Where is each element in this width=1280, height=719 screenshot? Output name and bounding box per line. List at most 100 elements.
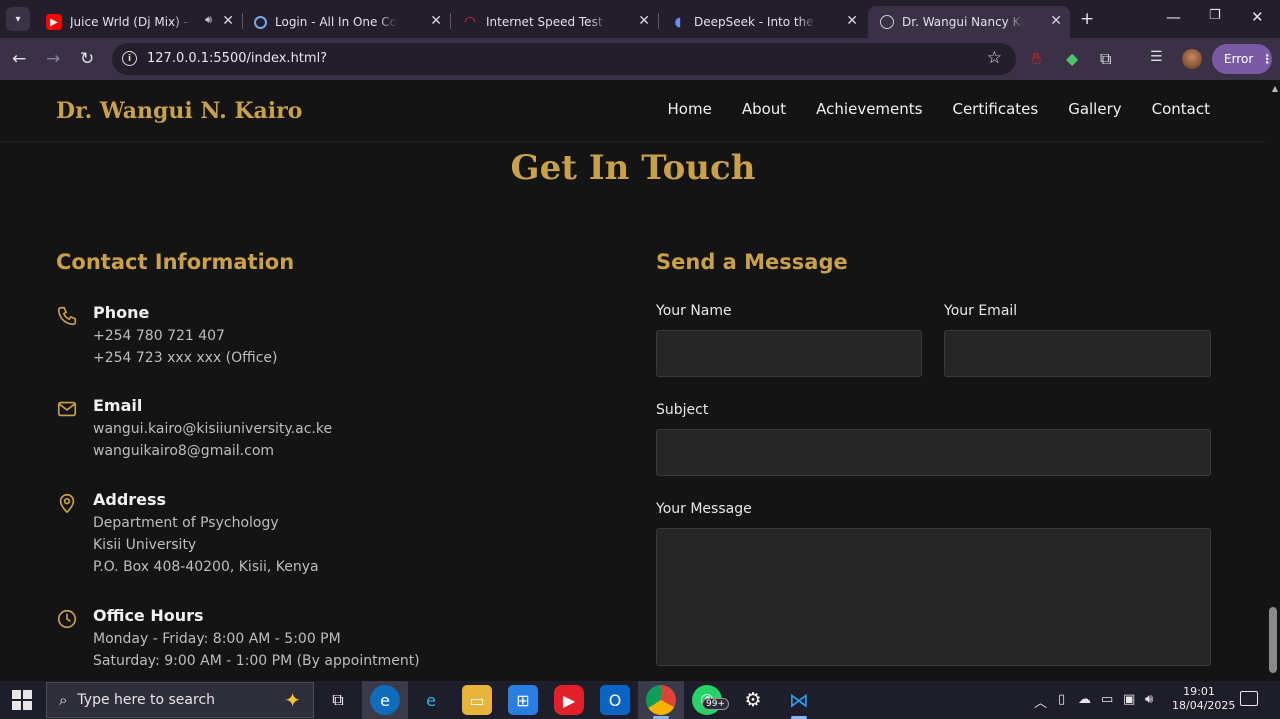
internet-explorer-icon[interactable]: e	[416, 685, 446, 715]
profile-avatar[interactable]	[1182, 49, 1202, 69]
restore-button[interactable]: ❐	[1209, 8, 1221, 23]
new-tab-button[interactable]: +	[1080, 9, 1094, 29]
tab-search-button[interactable]: ▾	[6, 7, 30, 31]
tab-wangui-kairo[interactable]: Dr. Wangui Nancy Kairo | Contact ✕	[868, 6, 1070, 38]
deepseek-icon: ◖	[674, 14, 682, 30]
message-form-heading: Send a Message	[656, 250, 848, 274]
phone-icon	[57, 306, 77, 326]
tab-deepseek[interactable]: ◖ DeepSeek - Into the Unknown ✕	[658, 6, 866, 38]
onedrive-cloud-icon[interactable]: ☁	[1078, 692, 1091, 707]
edge-icon[interactable]: e	[370, 685, 400, 715]
subject-input[interactable]	[656, 429, 1211, 476]
location-pin-icon	[59, 493, 75, 514]
email-line[interactable]: wangui.kairo@kisiiuniversity.ac.ke	[93, 421, 332, 437]
scroll-up-arrow-icon[interactable]: ▲	[1272, 84, 1278, 93]
site-nav-links: Home About Achievements Certificates Gal…	[668, 100, 1210, 118]
browser-tabstrip: ▾ ▶ Juice Wrld (Dj Mix) - YouTube 🔊︎ ✕ L…	[0, 0, 1280, 38]
tab-comrade-login[interactable]: Login - All In One Comrade ✕	[242, 6, 450, 38]
close-icon[interactable]: ✕	[222, 13, 234, 29]
nav-achievements[interactable]: Achievements	[816, 100, 922, 118]
youtube-icon: ▶	[46, 14, 62, 30]
error-button[interactable]: Error ⋮	[1212, 44, 1273, 74]
close-icon[interactable]: ✕	[1050, 13, 1062, 29]
file-explorer-icon[interactable]: ▭	[462, 685, 492, 715]
close-icon[interactable]: ✕	[846, 13, 858, 29]
address-line: P.O. Box 408-40200, Kisii, Kenya	[93, 559, 319, 575]
office-hours-line: Monday - Friday: 8:00 AM - 5:00 PM	[93, 631, 341, 647]
address-title: Address	[93, 490, 167, 509]
address-line: Kisii University	[93, 537, 197, 553]
vscode-icon[interactable]: ⋈	[784, 685, 814, 715]
browser-toolbar: ← → ↻ i 127.0.0.1:5500/index.html? ☆ ✋︎ …	[0, 38, 1280, 80]
envelope-icon	[57, 401, 77, 417]
nav-gallery[interactable]: Gallery	[1068, 100, 1121, 118]
page-title: Get In Touch	[510, 148, 756, 188]
more-menu-icon[interactable]: ⋮	[1261, 52, 1273, 66]
copilot-sparkle-icon[interactable]: ✦	[284, 688, 301, 712]
taskbar-search[interactable]: ⌕ Type here to search ✦	[46, 682, 314, 718]
address-bar[interactable]: i 127.0.0.1:5500/index.html? ☆	[112, 43, 1016, 75]
page-viewport: Dr. Wangui N. Kairo Home About Achieveme…	[0, 80, 1280, 681]
phone-line: +254 780 721 407	[93, 328, 225, 344]
speedometer-icon: ◠	[463, 14, 477, 30]
nav-home[interactable]: Home	[668, 100, 712, 118]
forward-button[interactable]: →	[46, 49, 60, 69]
extensions-puzzle-icon[interactable]: ⧉	[1100, 49, 1111, 69]
email-input[interactable]	[944, 330, 1211, 377]
chrome-icon[interactable]	[646, 685, 676, 715]
tray-overflow-chevron-icon[interactable]: ︿	[1034, 692, 1047, 711]
bookmark-star-icon[interactable]: ☆	[987, 48, 1002, 68]
notification-badge: 99+	[702, 698, 729, 710]
page-scrollbar[interactable]: ▲	[1266, 80, 1280, 681]
office-hours-line: Saturday: 9:00 AM - 1:00 PM (By appointm…	[93, 653, 420, 669]
network-icon[interactable]: ▣	[1123, 692, 1135, 707]
email-label: Your Email	[944, 303, 1018, 319]
name-input[interactable]	[656, 330, 922, 377]
phone-line: +254 723 xxx xxx (Office)	[93, 350, 278, 366]
minimize-button[interactable]: —	[1166, 8, 1181, 26]
address-line: Department of Psychology	[93, 515, 279, 531]
nav-contact[interactable]: Contact	[1152, 100, 1210, 118]
microsoft-store-icon[interactable]: ⊞	[508, 685, 538, 715]
name-label: Your Name	[656, 303, 732, 319]
site-navbar: Dr. Wangui N. Kairo Home About Achieveme…	[0, 80, 1266, 142]
youtube-app-icon[interactable]: ▶	[554, 685, 584, 715]
close-icon[interactable]: ✕	[430, 13, 442, 29]
reading-list-icon[interactable]: ☰	[1150, 49, 1163, 65]
loading-icon	[254, 15, 267, 29]
email-line[interactable]: wanguikairo8@gmail.com	[93, 443, 274, 459]
adblock-extension-icon[interactable]: ✋︎	[1032, 49, 1041, 69]
clock-icon	[57, 609, 77, 629]
office-hours-title: Office Hours	[93, 606, 204, 625]
reload-button[interactable]: ↻	[80, 49, 94, 69]
tab-fast-com[interactable]: ◠ Internet Speed Test | Fast.com ✕	[450, 6, 658, 38]
windows-start-icon[interactable]	[12, 690, 32, 710]
taskbar-clock[interactable]: 19:01 18/04/2025	[1172, 685, 1235, 713]
volume-icon[interactable]: 🔊︎	[1145, 692, 1153, 707]
outlook-icon[interactable]: O	[600, 685, 630, 715]
back-button[interactable]: ←	[12, 49, 26, 69]
phone-title: Phone	[93, 303, 150, 322]
close-icon[interactable]: ✕	[638, 13, 650, 29]
globe-icon	[880, 15, 894, 29]
contact-info-heading: Contact Information	[56, 250, 295, 274]
scrollbar-thumb[interactable]	[1269, 607, 1277, 673]
email-title: Email	[93, 396, 143, 415]
site-info-icon[interactable]: i	[122, 51, 137, 66]
message-label: Your Message	[656, 501, 752, 517]
nav-certificates[interactable]: Certificates	[952, 100, 1038, 118]
tab-youtube[interactable]: ▶ Juice Wrld (Dj Mix) - YouTube 🔊︎ ✕	[34, 6, 242, 38]
window-close-button[interactable]: ✕	[1251, 8, 1264, 26]
notification-center-icon[interactable]	[1240, 691, 1258, 706]
settings-gear-icon[interactable]: ⚙	[738, 685, 768, 715]
tray-device-icon[interactable]: ▯	[1058, 692, 1065, 707]
site-brand[interactable]: Dr. Wangui N. Kairo	[56, 98, 302, 124]
color-extension-icon[interactable]: ◆	[1066, 49, 1078, 68]
battery-icon[interactable]: ▭	[1101, 692, 1113, 707]
message-textarea[interactable]	[656, 528, 1211, 666]
nav-about[interactable]: About	[742, 100, 786, 118]
speaker-icon[interactable]: 🔊︎	[205, 13, 212, 27]
subject-label: Subject	[656, 402, 709, 418]
task-view-icon[interactable]: ⧉	[323, 685, 353, 715]
windows-taskbar: ⌕ Type here to search ✦ ⧉ e e ▭ ⊞ ▶ O ✆ …	[0, 681, 1280, 719]
